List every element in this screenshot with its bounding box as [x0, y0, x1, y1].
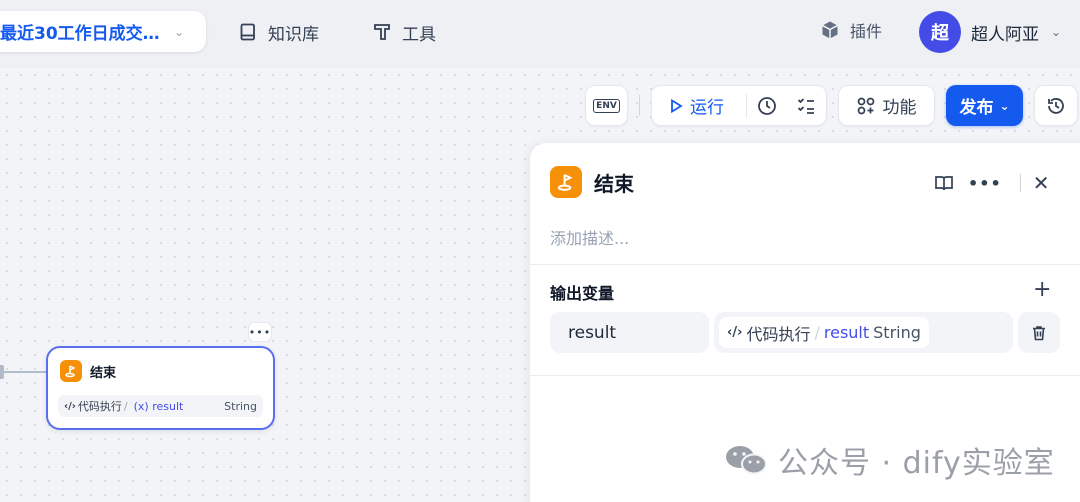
- nav-plugins-label: 插件: [850, 22, 883, 41]
- run-group: 运行: [651, 85, 827, 126]
- features-button[interactable]: 功能: [838, 85, 935, 126]
- checklist-icon: [798, 97, 815, 114]
- app-name: 最近30工作日成交…: [0, 24, 160, 44]
- panel-actions: ••• ✕: [932, 171, 1049, 195]
- help-doc-button[interactable]: [932, 171, 956, 195]
- checklist-button[interactable]: [787, 96, 827, 116]
- end-icon: [550, 166, 582, 198]
- panel-title[interactable]: 结束: [594, 168, 634, 197]
- play-icon: [671, 98, 683, 113]
- hammer-icon: [374, 24, 390, 40]
- code-icon: ‹/›: [64, 400, 76, 412]
- run-label: 运行: [690, 98, 724, 118]
- env-button[interactable]: ENV: [585, 85, 628, 126]
- app-selector[interactable]: 最近30工作日成交… ⌄: [0, 11, 206, 52]
- avatar: 超: [919, 11, 961, 53]
- node-var-separator: /: [123, 399, 128, 413]
- node-more-button[interactable]: •••: [248, 322, 272, 342]
- panel-divider: [530, 375, 1080, 376]
- node-var-type: String: [224, 399, 257, 413]
- history-icon: [1048, 97, 1064, 114]
- close-icon[interactable]: ✕: [1033, 171, 1050, 195]
- chevron-down-icon: ⌄: [999, 98, 1010, 113]
- trash-icon: [1033, 325, 1045, 340]
- clock-play-icon: [757, 96, 776, 115]
- ref-separator: /: [814, 323, 820, 342]
- code-icon: ‹/›: [727, 325, 743, 340]
- publish-button[interactable]: 发布 ⌄: [946, 85, 1023, 126]
- output-variable-name-input[interactable]: result: [550, 312, 709, 353]
- node-var-source: 代码执行: [77, 400, 122, 413]
- user-menu[interactable]: 超 超人阿亚 ⌄: [919, 11, 1061, 53]
- edge-line: [0, 371, 46, 373]
- node-output-variable: ‹/› 代码执行 / (x) result String: [58, 395, 263, 417]
- watermark: 公众号 · dify实验室: [724, 438, 1055, 482]
- nav-tools-label: 工具: [402, 24, 436, 45]
- output-variable-selector[interactable]: ‹/› 代码执行 / result String: [714, 312, 1013, 353]
- node-var-name: (x) result: [133, 399, 184, 413]
- more-options-button[interactable]: •••: [968, 174, 1002, 193]
- panel-header: 结束: [550, 166, 634, 198]
- cube-icon: [822, 21, 838, 39]
- ref-type: String: [873, 323, 921, 342]
- run-history-button[interactable]: [747, 95, 787, 117]
- book-icon: [240, 23, 255, 41]
- nav-tools[interactable]: 工具: [372, 18, 436, 46]
- nav-plugins[interactable]: 插件: [820, 18, 882, 42]
- node-title: 结束: [90, 365, 117, 381]
- chevron-down-icon: ⌄: [174, 24, 185, 39]
- ref-variable: result: [823, 323, 870, 342]
- node-header: 结束: [60, 360, 116, 382]
- variable-reference-chip: ‹/› 代码执行 / result String: [719, 317, 929, 348]
- run-button[interactable]: 运行: [652, 93, 746, 118]
- end-node[interactable]: 结束 ‹/› 代码执行 / (x) result String: [46, 346, 275, 430]
- features-label: 功能: [882, 98, 917, 118]
- publish-label: 发布: [959, 98, 994, 118]
- add-output-button[interactable]: +: [1033, 277, 1051, 302]
- ref-source: 代码执行: [746, 324, 811, 344]
- watermark-text: 公众号 · dify实验室: [778, 446, 1055, 481]
- actions-divider: [1019, 174, 1021, 192]
- description-input[interactable]: 添加描述...: [550, 225, 629, 249]
- end-icon: [60, 360, 82, 382]
- chevron-down-icon: ⌄: [1051, 25, 1062, 39]
- output-variables-label: 输出变量: [550, 284, 615, 303]
- version-history-button[interactable]: [1034, 85, 1078, 126]
- toolbar-divider: [639, 95, 640, 115]
- book-open-icon: [935, 176, 953, 191]
- env-icon: ENV: [593, 98, 620, 113]
- panel-divider: [530, 264, 1080, 265]
- nav-knowledge-label: 知识库: [268, 24, 319, 45]
- delete-output-button[interactable]: [1018, 312, 1060, 353]
- user-name: 超人阿亚: [971, 24, 1039, 45]
- grid-icon: [857, 97, 874, 114]
- wechat-icon: [726, 446, 767, 475]
- top-bar: 最近30工作日成交… ⌄ 知识库 工具 插件 超 超人阿亚 ⌄: [0, 0, 1080, 68]
- nav-knowledge[interactable]: 知识库: [238, 18, 319, 46]
